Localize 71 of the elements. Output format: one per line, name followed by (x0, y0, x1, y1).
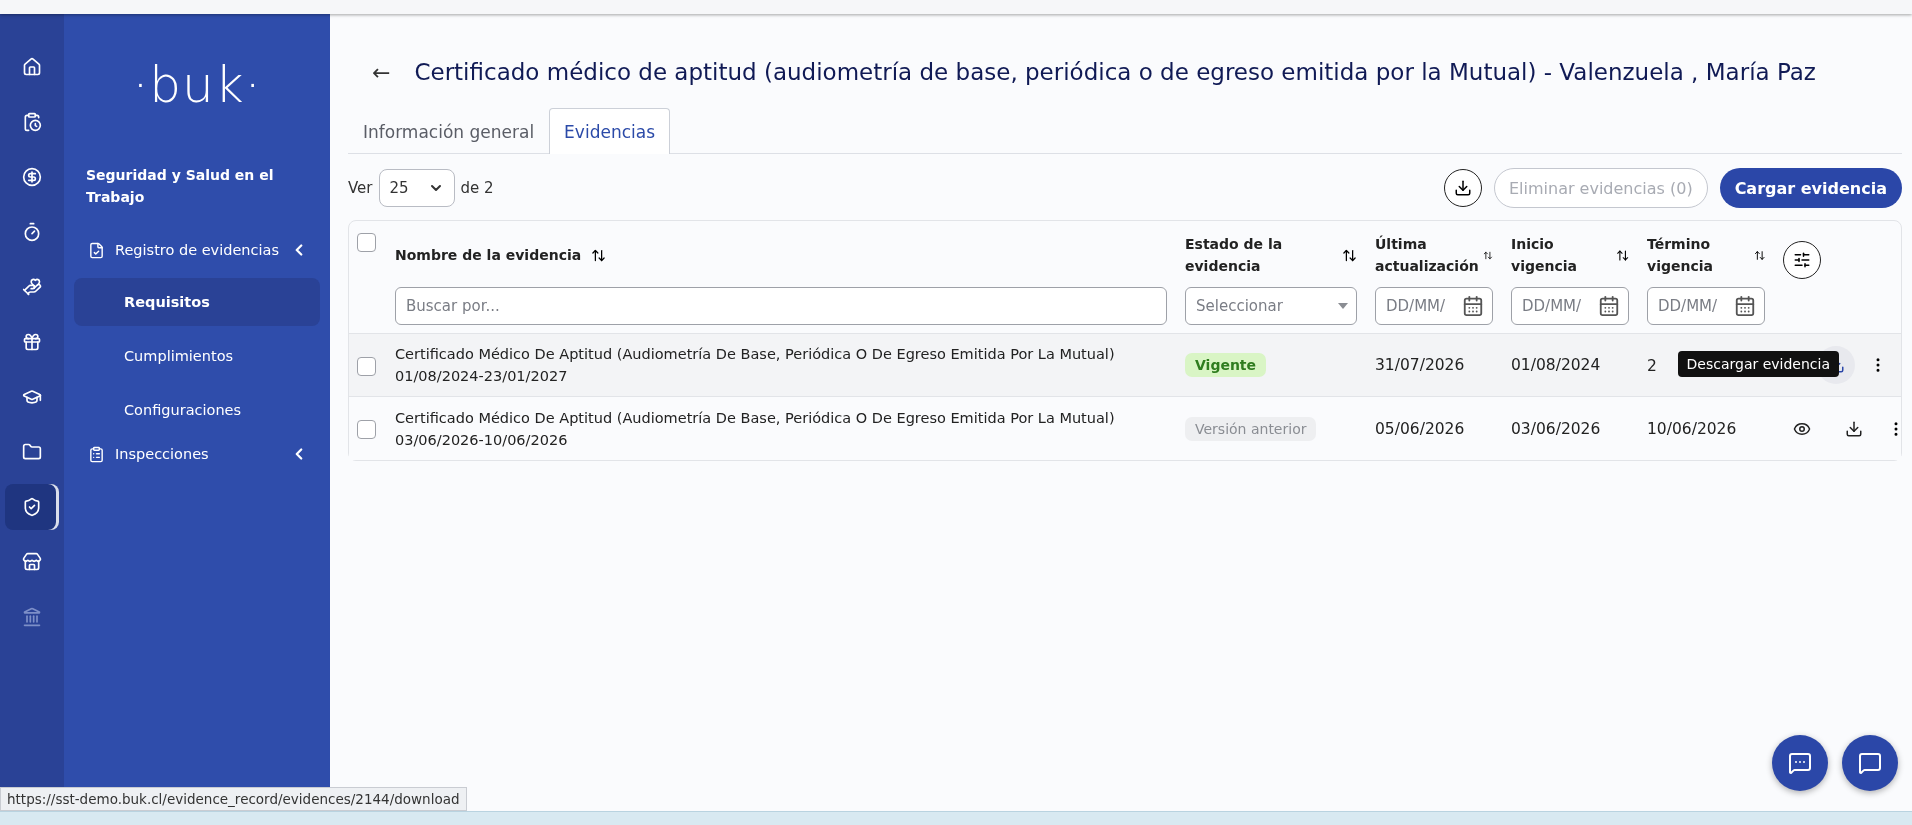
back-link[interactable]: ← (372, 59, 391, 85)
hand-heart-icon (22, 277, 42, 297)
bank-icon (22, 607, 42, 627)
status-badge: Vigente (1185, 353, 1267, 377)
column-header: Última actualización (1375, 234, 1480, 276)
column-header: Término vigencia (1647, 235, 1714, 276)
tooltip: Descargar evidencia (1677, 351, 1839, 377)
column-settings-button[interactable] (1783, 241, 1821, 279)
table-cell: 2 (1647, 356, 1657, 375)
search-field[interactable]: Buscar por... (395, 287, 1167, 325)
sort-icon[interactable] (1615, 247, 1629, 263)
table-cell: 10/06/2026 (1647, 420, 1737, 438)
evidence-name: Certificado Médico De Aptitud (Audiometría De Base, Periódica O De Egreso Emitida Por La Mutual) 01/08/2024-23/01/2027 (395, 345, 1116, 386)
column-header: Nombre de la evidencia (395, 246, 582, 265)
date-field[interactable]: DD/MM/ (1375, 287, 1493, 325)
help-button[interactable] (1772, 735, 1828, 791)
page-count: de 2 (460, 179, 494, 197)
dollar-icon (22, 167, 42, 187)
document-check-icon (88, 241, 105, 259)
nav-item[interactable]: Requisitos (74, 278, 320, 326)
table-cell-text: 31/07/2026 (1375, 356, 1466, 374)
chat-icon (1858, 751, 1882, 775)
nav-group[interactable]: Inspecciones (74, 440, 320, 468)
nav-item[interactable]: Cumplimientos (74, 332, 320, 380)
tab[interactable]: Información general (348, 108, 550, 154)
page-size-select[interactable]: 25 (378, 169, 455, 207)
calendar-icon (1598, 295, 1620, 317)
evidence-name: Certificado Médico De Aptitud (Audiometría De Base, Periódica O De Egreso Emitida Por La Mutual) 03/06/2026-10/06/2026 (395, 408, 1116, 450)
page-title: Certificado médico de aptitud (audiometría de base, periódica o de egreso emitida por la Mutual) - Valenzuela , María Paz (414, 59, 1816, 85)
download-icon (1453, 179, 1472, 197)
caret-icon (1338, 303, 1348, 309)
folder-icon (22, 442, 42, 462)
nav-group[interactable]: Registro de evidencias (74, 236, 320, 264)
section-title: Seguridad y Salud en el Trabajo (85, 166, 275, 207)
calendar-icon (1462, 295, 1484, 317)
sort-icon[interactable] (591, 247, 607, 263)
sort-icon[interactable] (1342, 247, 1357, 263)
graduation-cap-icon (22, 387, 42, 407)
upload-button[interactable]: Cargar evidencia (1719, 168, 1902, 208)
table-cell-text: 03/06/2026 (1511, 419, 1602, 438)
store-icon (22, 552, 42, 572)
date-field[interactable]: DD/MM/ (1647, 287, 1765, 325)
chat-button[interactable] (1842, 735, 1898, 791)
status-badge: Versión anterior (1185, 416, 1317, 441)
nav-item[interactable]: Configuraciones (74, 386, 320, 434)
clipboard-icon (22, 112, 42, 132)
tab[interactable]: Evidencias (549, 108, 670, 154)
status-bar-url: https://sst-demo.buk.cl/evidence_record/evidences/2144/download (0, 787, 467, 811)
sliders-icon (1793, 251, 1811, 269)
table-cell-text: 01/08/2024 (1511, 356, 1602, 374)
column-header: Inicio vigencia (1511, 235, 1578, 276)
shield-icon (22, 497, 42, 517)
download-button[interactable] (1443, 169, 1482, 207)
row-checkbox[interactable] (357, 356, 376, 376)
calendar-icon (1734, 295, 1756, 317)
status-select[interactable]: Seleccionar (1185, 287, 1357, 325)
chat-icon (1788, 751, 1812, 775)
clipboard-icon (88, 445, 105, 463)
show-label: Ver (348, 179, 373, 197)
logo: ·buk· (131, 56, 263, 114)
table-cell-text: 05/06/2026 (1375, 419, 1466, 438)
timer-icon (22, 222, 42, 242)
download-icon (1845, 419, 1863, 438)
date-field[interactable]: DD/MM/ (1511, 287, 1629, 325)
table-row[interactable]: Certificado Médico De Aptitud (Audiometría De Base, Periódica O De Egreso Emitida Por La Mutual) 01/08/2024-23/01/2027 Vigente 31/07/2026 01/08/2024 2 Descargar evidencia (349, 334, 1901, 397)
gift-icon (22, 332, 42, 352)
rail-button[interactable] (5, 484, 59, 530)
select-all-checkbox[interactable] (357, 233, 376, 252)
home-icon (22, 57, 42, 77)
column-header: Estado de la evidencia (1185, 235, 1284, 276)
row-checkbox[interactable] (357, 420, 376, 439)
